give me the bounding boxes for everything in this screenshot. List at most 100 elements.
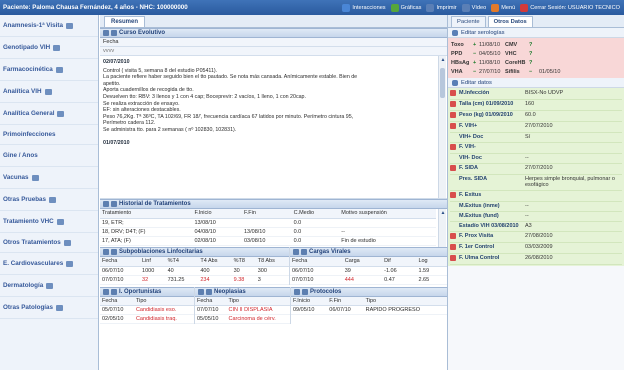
edit-icon[interactable] — [198, 288, 204, 295]
column-header[interactable]: Fecha — [290, 257, 343, 267]
edit-icon[interactable] — [103, 30, 109, 36]
ioport-header[interactable]: I. Oportunistas — [100, 286, 194, 297]
column-header[interactable]: F.Inicio — [291, 296, 328, 306]
open-icon[interactable] — [66, 260, 74, 267]
column-header[interactable]: Log — [416, 257, 447, 267]
dato-row[interactable]: VIH- Doc -- — [450, 154, 622, 164]
dato-row[interactable]: F. SIDA 27/07/2010 — [450, 164, 622, 175]
calendar-icon[interactable] — [450, 101, 456, 107]
menu-item-1[interactable]: Gráficas — [390, 3, 421, 12]
column-header[interactable]: C.Medio — [291, 209, 340, 219]
dato-row[interactable]: F. VIH- — [450, 143, 622, 154]
menu-item-3[interactable]: Vídeo — [461, 3, 486, 12]
sidebar-item-4[interactable]: Analítica General — [0, 103, 98, 125]
table-row[interactable]: 02/05/10 Candidiasis traq. — [100, 314, 194, 324]
calendar-icon[interactable] — [450, 243, 456, 250]
open-icon[interactable] — [55, 66, 63, 73]
dato-row[interactable]: F. 1er Control 03/03/2009 — [450, 243, 622, 254]
open-icon[interactable] — [53, 44, 61, 51]
menu-item-2[interactable]: Imprimir — [426, 3, 457, 12]
sidebar-item-0[interactable]: Anamnesis-1ª Visita — [0, 15, 98, 37]
table-row[interactable]: 17, ATA; (F) 02/08/10 03/08/10 0.0 Fin de es… — [100, 236, 436, 246]
historial-header[interactable]: Historial de Tratamientos — [100, 199, 447, 209]
table-row[interactable]: 09/05/10 06/07/10 RAPIDO PROGRESO — [291, 305, 447, 315]
sidebar-item-5[interactable]: Primoinfecciones — [0, 125, 98, 145]
historial-scrollbar[interactable]: ▲ — [438, 209, 446, 247]
open-icon[interactable] — [56, 304, 64, 311]
serologia-row[interactable]: Toxo +11/08/10 CMV? — [451, 40, 621, 49]
dato-row[interactable]: Talla (cm) 01/09/2010 160 — [450, 100, 622, 111]
dato-row[interactable]: F. Prox Visita 27/08/2010 — [450, 232, 622, 243]
tab-otros-datos[interactable]: Otros Datos — [487, 16, 533, 27]
scroll-up-icon[interactable]: ▲ — [439, 56, 447, 64]
open-icon[interactable] — [31, 174, 39, 181]
curso-filter[interactable]: vvvv — [100, 47, 447, 56]
curso-evolutivo-header[interactable]: Curso Evolutivo — [100, 28, 447, 38]
dato-row[interactable]: F. Exitus — [450, 191, 622, 202]
column-header[interactable]: Fecha — [195, 296, 227, 306]
dato-row[interactable]: VIH+ Doc Sí — [450, 133, 622, 143]
list-icon[interactable] — [301, 249, 307, 255]
list-icon[interactable] — [111, 288, 117, 295]
sidebar-item-10[interactable]: Otros Tratamientos — [0, 233, 98, 253]
table-row[interactable]: 06/07/10 39 -1.06 1.59 — [290, 266, 447, 276]
column-header[interactable]: Fecha — [100, 257, 141, 267]
calendar-icon[interactable] — [450, 254, 456, 261]
table-row[interactable]: 06/07/10 1000 40 400 30 300 — [100, 266, 289, 276]
menu-item-0[interactable]: Interacciones — [342, 3, 386, 12]
sidebar-item-13[interactable]: Otras Patologías — [0, 297, 98, 319]
dato-row[interactable]: F. Ulma Control 26/08/2010 — [450, 254, 622, 265]
sidebar-item-8[interactable]: Otras Pruebas — [0, 189, 98, 211]
scroll-thumb[interactable] — [440, 68, 445, 98]
column-header[interactable]: Dif — [382, 257, 417, 267]
dato-row[interactable]: M.Infección BISX-No UDVP — [450, 89, 622, 100]
table-row[interactable]: 18, DRV; D4T; (F) 04/08/10 13/08/10 0.0 -- — [100, 227, 436, 237]
list-icon[interactable] — [111, 201, 117, 207]
dato-row[interactable]: Estadío VIH 03/08/2010 A3 — [450, 222, 622, 232]
serologia-row[interactable]: PPD −04/05/10 VHC? — [451, 49, 621, 58]
protocolos-header[interactable]: Protocolos — [291, 286, 447, 297]
edit-icon[interactable] — [103, 249, 109, 255]
sidebar-item-9[interactable]: Tratamiento VHC — [0, 211, 98, 233]
dato-row[interactable]: M.Exitus (fund) -- — [450, 212, 622, 222]
editar-serologias[interactable]: Editar serologías — [448, 28, 624, 38]
subpob-header[interactable]: Subpoblaciones Linfocitarias — [100, 247, 289, 257]
column-header[interactable]: F.Fin — [242, 209, 292, 219]
sidebar-item-3[interactable]: Analítica VIH — [0, 81, 98, 103]
sidebar-item-6[interactable]: Gine / Anos — [0, 145, 98, 167]
column-header[interactable]: Carga — [342, 257, 383, 267]
column-header[interactable]: %T8 — [231, 257, 256, 267]
table-row[interactable]: 05/07/10 Candidiasis eso. — [100, 305, 194, 315]
open-icon[interactable] — [49, 196, 57, 203]
table-row[interactable]: 05/05/10 Carcinoma de cérv. — [195, 314, 290, 324]
table-row[interactable]: 07/07/10 CIN II DISPLASIA — [195, 305, 290, 315]
column-header[interactable]: F.Fin — [327, 296, 364, 306]
calendar-icon[interactable] — [450, 90, 456, 96]
tab-resumen[interactable]: Resumen — [104, 16, 146, 27]
table-row[interactable]: 07/07/10 444 0.47 2.65 — [290, 275, 447, 285]
menu-item-4[interactable]: Menú — [491, 3, 515, 12]
dato-row[interactable]: F. VIH+ 27/07/2010 — [450, 122, 622, 133]
list-icon[interactable] — [206, 288, 212, 295]
calendar-icon[interactable] — [450, 123, 456, 129]
table-row[interactable]: 07/07/10 32 731.25 234 9.38 3 — [100, 275, 289, 285]
editar-datos[interactable]: Editar datos — [448, 78, 624, 88]
column-header[interactable]: %T4 — [165, 257, 199, 267]
column-header[interactable]: Motivo suspensión — [339, 209, 436, 219]
calendar-icon[interactable] — [450, 165, 456, 171]
sidebar-item-7[interactable]: Vacunas — [0, 167, 98, 189]
column-header[interactable]: T8 Abs — [255, 257, 289, 267]
open-icon[interactable] — [44, 88, 52, 95]
sidebar-item-1[interactable]: Genotipado VIH — [0, 37, 98, 59]
serologia-row[interactable]: HBsAg +11/08/10 CoreHB? — [451, 58, 621, 67]
neoplasias-header[interactable]: Neoplasias — [195, 286, 290, 297]
open-icon[interactable] — [65, 22, 73, 29]
tab-paciente[interactable]: Paciente — [451, 16, 486, 27]
edit-icon[interactable] — [103, 201, 109, 207]
open-icon[interactable] — [57, 110, 65, 117]
column-header[interactable]: T4 Abs — [198, 257, 232, 267]
column-header[interactable]: F.Inicio — [192, 209, 242, 219]
curso-scrollbar[interactable]: ▲ — [438, 56, 446, 198]
calendar-icon[interactable] — [450, 144, 456, 150]
column-header[interactable]: Fecha — [100, 296, 134, 306]
